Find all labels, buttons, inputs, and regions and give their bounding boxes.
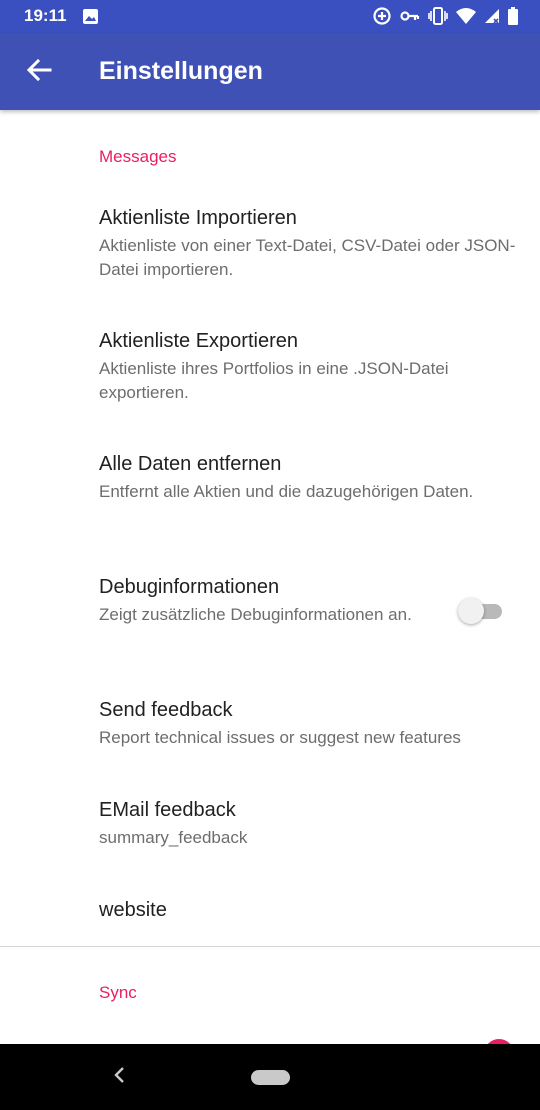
preferences-list: Messages Aktienliste Importieren Aktienl… — [0, 110, 540, 1044]
pref-website[interactable]: website — [99, 897, 519, 923]
category-messages: Messages — [99, 147, 177, 166]
pref-debug-info[interactable]: Debuginformationen Zeigt zusätzliche Deb… — [99, 574, 439, 627]
pref-summary: summary_feedback — [99, 828, 248, 847]
pref-import-list[interactable]: Aktienliste Importieren Aktienliste von … — [99, 205, 519, 282]
back-button[interactable] — [18, 51, 60, 93]
data-saver-icon — [372, 6, 392, 26]
nav-back-icon — [112, 1066, 126, 1089]
pref-title: Aktienliste Exportieren — [99, 330, 298, 352]
arrow-back-icon — [26, 57, 52, 88]
wifi-icon — [456, 8, 476, 24]
debug-toggle-switch[interactable] — [458, 598, 504, 624]
battery-icon — [508, 7, 518, 25]
pref-title: Alle Daten entfernen — [99, 453, 282, 475]
status-icons — [372, 6, 518, 26]
vibrate-icon — [428, 7, 448, 25]
pref-title: EMail feedback — [99, 799, 236, 821]
section-divider — [0, 946, 540, 947]
status-bar: 19:11 — [0, 0, 540, 33]
pref-email-feedback[interactable]: EMail feedback summary_feedback — [99, 797, 519, 850]
pref-summary: Entfernt alle Aktien und die dazugehörig… — [99, 482, 474, 501]
nav-home-pill[interactable] — [251, 1070, 290, 1085]
pref-title: Debuginformationen — [99, 576, 280, 598]
category-sync: Sync — [99, 983, 137, 1002]
settings-screen: 19:11 Einstellungen Messages Aktienliste… — [0, 0, 540, 1110]
status-time: 19:11 — [24, 6, 67, 25]
pref-summary: Aktienliste von einer Text-Datei, CSV-Da… — [99, 236, 516, 279]
image-icon — [82, 8, 99, 30]
pref-summary: Zeigt zusätzliche Debuginformationen an. — [99, 605, 412, 624]
pref-send-feedback[interactable]: Send feedback Report technical issues or… — [99, 697, 529, 750]
pref-title: website — [99, 899, 167, 921]
pref-summary: Aktienliste ihres Portfolios in eine .JS… — [99, 359, 449, 402]
switch-thumb — [458, 598, 484, 624]
pref-delete-all-data[interactable]: Alle Daten entfernen Entfernt alle Aktie… — [99, 451, 519, 504]
pref-title: Aktienliste Importieren — [99, 207, 297, 229]
page-title: Einstellungen — [99, 57, 263, 85]
vpn-key-icon — [400, 9, 420, 23]
pref-title: Send feedback — [99, 699, 233, 721]
pref-export-list[interactable]: Aktienliste Exportieren Aktienliste ihre… — [99, 328, 519, 405]
navigation-bar — [0, 1044, 540, 1110]
pref-summary: Report technical issues or suggest new f… — [99, 728, 461, 747]
nav-back-button[interactable] — [106, 1064, 132, 1090]
signal-icon — [484, 8, 500, 24]
app-bar: Einstellungen — [0, 33, 540, 110]
